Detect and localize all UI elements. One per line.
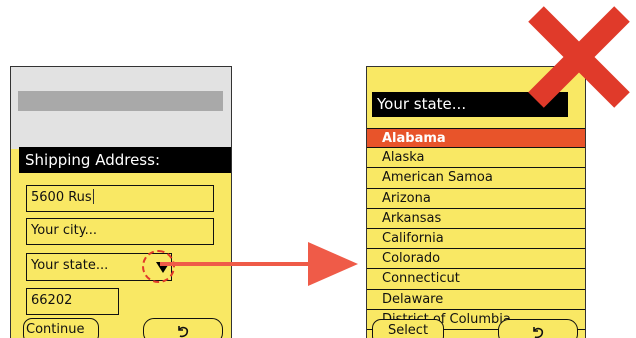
shipping-address-header: Shipping Address:	[19, 147, 231, 173]
transition-arrow-icon	[160, 242, 358, 286]
text-cursor	[92, 189, 94, 204]
street-input[interactable]: 5600 Rus	[26, 185, 214, 212]
back-arrow-icon	[178, 326, 189, 338]
list-item[interactable]: Colorado	[367, 249, 585, 270]
list-item[interactable]: California	[367, 229, 585, 250]
street-value: 5600 Rus	[31, 190, 92, 205]
red-x-icon	[528, 6, 630, 108]
progress-bar	[18, 91, 223, 111]
list-item[interactable]: Alabama	[367, 128, 585, 149]
back-arrow-icon	[533, 327, 544, 338]
zip-input[interactable]: 66202	[26, 288, 119, 315]
list-item[interactable]: Alaska	[367, 148, 585, 169]
list-item[interactable]: Arkansas	[367, 209, 585, 229]
list-item[interactable]: Arizona	[367, 189, 585, 209]
list-item[interactable]: Connecticut	[367, 269, 585, 290]
list-item[interactable]: Delaware	[367, 290, 585, 310]
back-button[interactable]	[498, 319, 578, 338]
select-button[interactable]: Select	[372, 319, 444, 338]
continue-button[interactable]: Continue	[23, 318, 99, 338]
left-phone-screen: Shipping Address: 5600 Rus Your city... …	[10, 66, 232, 338]
state-list: Alabama Alaska American Samoa Arizona Arkans…	[367, 128, 585, 330]
list-item[interactable]: American Samoa	[367, 168, 585, 189]
back-button[interactable]	[143, 318, 223, 338]
